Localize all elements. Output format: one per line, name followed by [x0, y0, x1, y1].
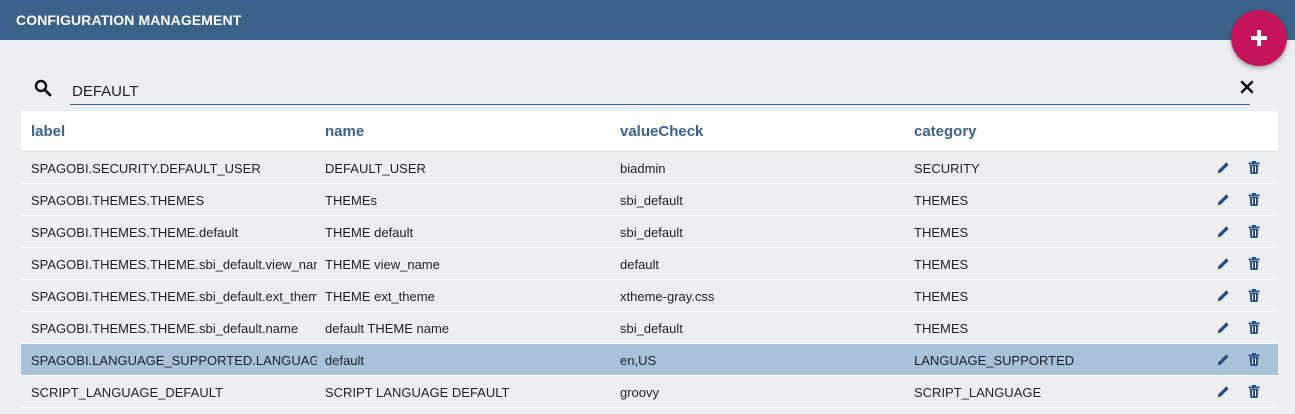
trash-icon[interactable] — [1248, 161, 1260, 174]
table-row[interactable]: SCRIPT_LANGUAGE_DEFAULT SCRIPT LANGUAGE D… — [21, 376, 1278, 408]
cell-valuecheck: groovy — [620, 385, 660, 400]
column-header-label[interactable]: label — [31, 123, 317, 140]
pencil-icon[interactable] — [1217, 353, 1230, 366]
cell-name: THEME ext_theme — [325, 289, 435, 304]
cell-category: THEMES — [914, 257, 969, 272]
column-header-valuecheck[interactable]: valueCheck — [620, 123, 900, 140]
trash-icon[interactable] — [1248, 193, 1260, 206]
table-header: label name valueCheck category — [21, 111, 1278, 152]
trash-icon[interactable] — [1248, 289, 1260, 302]
table-row[interactable]: SPAGOBI.THEMES.THEME.sbi_default.ext_the… — [21, 280, 1278, 312]
cell-label: SPAGOBI.SECURITY.DEFAULT_USER — [31, 161, 261, 176]
page-title: CONFIGURATION MANAGEMENT — [16, 12, 242, 28]
table-row[interactable]: SPAGOBI.THEMES.THEME.default THEME defaul… — [21, 216, 1278, 248]
pencil-icon[interactable] — [1217, 385, 1230, 398]
cell-name: THEME view_name — [325, 257, 440, 272]
trash-icon[interactable] — [1248, 353, 1260, 366]
cell-name: default — [325, 353, 365, 368]
cell-label: SPAGOBI.THEMES.THEME.sbi_default.ext_the… — [31, 289, 317, 304]
cell-label: SPAGOBI.THEMES.THEME.default — [31, 225, 239, 240]
table-row[interactable]: SPAGOBI.THEMES.THEME.sbi_default.view_na… — [21, 248, 1278, 280]
pencil-icon[interactable] — [1217, 257, 1230, 270]
cell-category: LANGUAGE_SUPPORTED — [914, 353, 1075, 368]
pencil-icon[interactable] — [1217, 321, 1230, 334]
column-header-category[interactable]: category — [914, 123, 1194, 140]
cell-valuecheck: sbi_default — [620, 193, 683, 208]
cell-category: THEMES — [914, 225, 969, 240]
cell-label: SPAGOBI.THEMES.THEME.sbi_default.view_na… — [31, 257, 317, 272]
cell-label: SCRIPT_LANGUAGE_DEFAULT — [31, 385, 223, 400]
trash-icon[interactable] — [1248, 225, 1260, 238]
cell-valuecheck: xtheme-gray.css — [620, 289, 715, 304]
search-icon — [34, 79, 52, 97]
cell-category: THEMES — [914, 193, 969, 208]
cell-label: SPAGOBI.LANGUAGE_SUPPORTED.LANGUAGE.defa… — [31, 353, 317, 368]
cell-label: SPAGOBI.THEMES.THEMES — [31, 193, 205, 208]
cell-valuecheck: sbi_default — [620, 225, 683, 240]
cell-name: default THEME name — [325, 321, 450, 336]
cell-valuecheck: sbi_default — [620, 321, 683, 336]
cell-name: DEFAULT_USER — [325, 161, 426, 176]
cell-valuecheck: default — [620, 257, 660, 272]
cell-name: THEMEs — [325, 193, 377, 208]
cell-category: THEMES — [914, 321, 969, 336]
pencil-icon[interactable] — [1217, 289, 1230, 302]
pencil-icon[interactable] — [1217, 161, 1230, 174]
cell-category: SCRIPT_LANGUAGE — [914, 385, 1042, 400]
plus-icon — [1251, 30, 1267, 46]
close-icon[interactable] — [1240, 80, 1254, 94]
cell-valuecheck: biadmin — [620, 161, 666, 176]
trash-icon[interactable] — [1248, 321, 1260, 334]
trash-icon[interactable] — [1248, 257, 1260, 270]
table-body: SPAGOBI.SECURITY.DEFAULT_USER DEFAULT_USE… — [21, 152, 1278, 408]
trash-icon[interactable] — [1248, 385, 1260, 398]
cell-label: SPAGOBI.THEMES.THEME.sbi_default.name — [31, 321, 299, 336]
cell-category: SECURITY — [914, 161, 980, 176]
cell-category: THEMES — [914, 289, 969, 304]
table-row[interactable]: SPAGOBI.SECURITY.DEFAULT_USER DEFAULT_USE… — [21, 152, 1278, 184]
search-input[interactable] — [70, 79, 1250, 105]
table-row[interactable]: SPAGOBI.THEMES.THEME.sbi_default.name def… — [21, 312, 1278, 344]
add-config-button[interactable] — [1231, 10, 1287, 66]
cell-valuecheck: en,US — [620, 353, 657, 368]
pencil-icon[interactable] — [1217, 225, 1230, 238]
table-row[interactable]: SPAGOBI.LANGUAGE_SUPPORTED.LANGUAGE.defa… — [21, 344, 1278, 376]
app-header: CONFIGURATION MANAGEMENT — [0, 0, 1295, 40]
table-row[interactable]: SPAGOBI.THEMES.THEMES THEMEs sbi_default TH… — [21, 184, 1278, 216]
config-table: label name valueCheck category SPAGOBI.S… — [21, 111, 1278, 408]
column-header-name[interactable]: name — [325, 123, 605, 140]
cell-name: SCRIPT LANGUAGE DEFAULT — [325, 385, 510, 400]
cell-name: THEME default — [325, 225, 414, 240]
pencil-icon[interactable] — [1217, 193, 1230, 206]
